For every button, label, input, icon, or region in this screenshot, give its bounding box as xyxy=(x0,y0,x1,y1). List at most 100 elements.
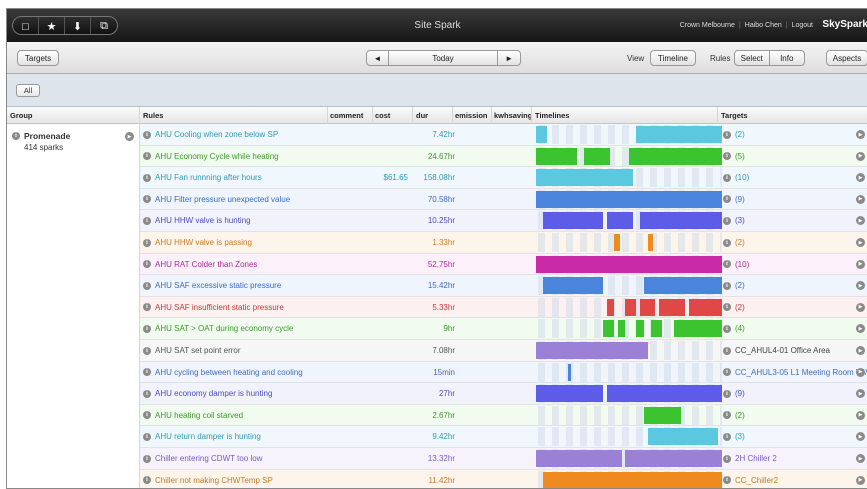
timeline-segment[interactable] xyxy=(606,298,615,316)
table-row[interactable]: i AHU Filter pressure unexpected value 7… xyxy=(140,188,867,211)
targets-header[interactable]: Targets xyxy=(721,111,748,120)
table-row[interactable]: i Chiller entering CDWT too low 13.32hr … xyxy=(140,448,867,470)
play-icon[interactable]: ▶ xyxy=(856,475,865,485)
rule-name[interactable]: i AHU SAF insufficient static pressure xyxy=(143,303,284,312)
table-row[interactable]: i AHU cycling between heating and coolin… xyxy=(140,361,867,384)
info-icon[interactable]: i xyxy=(143,303,151,312)
info-icon[interactable]: i xyxy=(723,476,731,485)
table-row[interactable]: i AHU heating coil starved 2.67hr i (2) … xyxy=(140,404,867,427)
info-icon[interactable]: i xyxy=(723,260,731,269)
timeline-segment[interactable] xyxy=(543,212,603,230)
play-icon[interactable]: ▶ xyxy=(856,389,865,399)
rule-name[interactable]: i AHU cycling between heating and coolin… xyxy=(143,368,303,377)
target-cell[interactable]: i (2) xyxy=(723,130,745,139)
table-row[interactable]: i AHU economy damper is hunting 27hr i (… xyxy=(140,383,867,405)
play-icon[interactable]: ▶ xyxy=(856,130,865,139)
play-icon[interactable]: ▶ xyxy=(856,151,865,161)
date-range-button[interactable]: Today xyxy=(389,51,499,65)
timeline-segment[interactable] xyxy=(643,406,682,424)
table-row[interactable]: i AHU SAF insufficient static pressure 5… xyxy=(140,296,867,319)
timeline-segment[interactable] xyxy=(584,147,611,165)
timeline-segment[interactable] xyxy=(536,385,603,403)
target-cell[interactable]: i CC_Chiller2 xyxy=(723,476,778,485)
timeline-segment[interactable] xyxy=(536,342,648,359)
play-icon[interactable]: ▶ xyxy=(856,281,865,291)
rule-name[interactable]: i AHU economy damper is hunting xyxy=(143,389,272,398)
rule-name[interactable]: i AHU SAT set point error xyxy=(143,346,241,355)
target-cell[interactable]: i (3) xyxy=(723,432,745,441)
info-icon[interactable]: i xyxy=(12,132,20,140)
timeline-segment[interactable] xyxy=(536,126,548,143)
timeline-segment[interactable] xyxy=(640,212,722,230)
info-icon[interactable]: i xyxy=(143,389,151,398)
dur-header[interactable]: dur xyxy=(416,111,452,120)
rule-name[interactable]: i AHU Economy Cycle while heating xyxy=(143,152,279,161)
timeline-segment[interactable] xyxy=(647,428,719,446)
info-icon[interactable]: i xyxy=(723,195,731,204)
emission-header[interactable]: emission xyxy=(455,111,493,120)
timeline-segment[interactable] xyxy=(658,298,685,316)
info-icon[interactable]: i xyxy=(143,368,151,377)
info-icon[interactable]: i xyxy=(143,454,151,463)
rule-name[interactable]: i AHU SAT > OAT during economy cycle xyxy=(143,324,293,333)
info-icon[interactable]: i xyxy=(143,173,151,182)
timeline-segment[interactable] xyxy=(688,298,722,316)
info-icon[interactable]: i xyxy=(143,432,151,441)
site-link[interactable]: Crown Melbourne xyxy=(680,22,735,29)
user-link[interactable]: Haibo Chen xyxy=(745,22,782,29)
next-date-button[interactable]: ► xyxy=(498,51,520,65)
target-cell[interactable]: i (4) xyxy=(723,324,745,333)
info-icon[interactable]: i xyxy=(723,216,731,225)
table-row[interactable]: i AHU Economy Cycle while heating 24.67h… xyxy=(140,145,867,168)
download-icon[interactable]: ⬇ xyxy=(65,17,91,34)
target-cell[interactable]: i (9) xyxy=(723,389,745,398)
timelines-header[interactable]: Timelines xyxy=(535,111,569,120)
table-row[interactable]: i AHU Cooling when zone below SP 7.42hr … xyxy=(140,124,867,146)
play-icon[interactable]: ▶ xyxy=(856,454,865,463)
table-row[interactable]: i AHU Fan runnning after hours $61.65 15… xyxy=(140,167,867,189)
timeline-segment[interactable] xyxy=(543,471,722,488)
info-icon[interactable]: i xyxy=(723,303,731,312)
timeline-segment[interactable] xyxy=(651,320,663,338)
target-cell[interactable]: i (2) xyxy=(723,411,745,420)
info-icon[interactable]: i xyxy=(723,324,731,333)
rule-name[interactable]: i AHU Fan runnning after hours xyxy=(143,173,262,182)
info-icon[interactable]: i xyxy=(723,411,731,420)
timeline-segment[interactable] xyxy=(617,320,626,338)
info-icon[interactable]: i xyxy=(143,324,151,333)
comment-header[interactable]: comment xyxy=(330,111,370,120)
info-icon[interactable]: i xyxy=(723,238,731,247)
group-header[interactable]: Group xyxy=(10,111,33,120)
timeline-segment[interactable] xyxy=(606,212,633,230)
info-button[interactable]: Info xyxy=(770,51,805,65)
aspects-button[interactable]: Aspects xyxy=(826,50,867,66)
timeline-segment[interactable] xyxy=(625,298,637,316)
play-icon[interactable]: ▶ xyxy=(856,194,865,204)
timeline-segment[interactable] xyxy=(640,298,656,316)
play-icon[interactable]: ▶ xyxy=(856,238,865,247)
target-cell[interactable]: i CC_AHUL3-05 L1 Meeting Room VAVs xyxy=(723,368,867,377)
rule-name[interactable]: i AHU return damper is hunting xyxy=(143,432,261,441)
timeline-segment[interactable] xyxy=(636,126,722,143)
info-icon[interactable]: i xyxy=(723,346,731,355)
play-icon[interactable]: ▶ xyxy=(856,410,865,420)
info-icon[interactable]: i xyxy=(143,238,151,247)
target-cell[interactable]: i (3) xyxy=(723,216,745,225)
timeline-segment[interactable] xyxy=(567,363,571,381)
info-icon[interactable]: i xyxy=(723,368,731,377)
info-icon[interactable]: i xyxy=(723,152,731,161)
targets-button[interactable]: Targets xyxy=(17,50,59,66)
timeline-segment[interactable] xyxy=(643,277,722,295)
info-icon[interactable]: i xyxy=(723,173,731,182)
play-icon[interactable]: ▶ xyxy=(856,432,865,442)
cost-header[interactable]: cost xyxy=(375,111,411,120)
timeline-segment[interactable] xyxy=(536,147,577,165)
table-row[interactable]: i AHU return damper is hunting 9.42hr i … xyxy=(140,426,867,448)
play-icon[interactable]: ▶ xyxy=(856,324,865,334)
timeline-segment[interactable] xyxy=(536,450,622,467)
info-icon[interactable]: i xyxy=(143,152,151,161)
table-row[interactable]: i AHU HHW valve is hunting 10.25hr i (3)… xyxy=(140,210,867,232)
target-cell[interactable]: i 2H Chiller 2 xyxy=(723,454,777,463)
prev-date-button[interactable]: ◄ xyxy=(367,51,389,65)
table-row[interactable]: i AHU RAT Colder than Zones 52.75hr i (1… xyxy=(140,253,867,276)
